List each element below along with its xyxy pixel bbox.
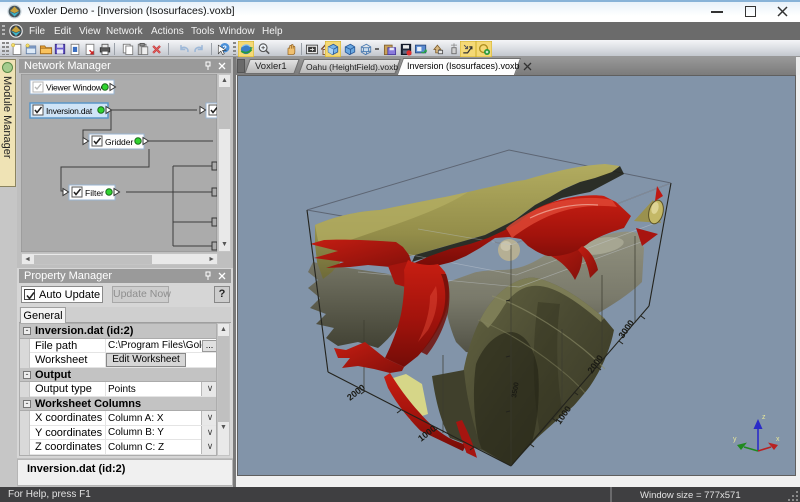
- svg-text:3000: 3000: [616, 318, 636, 340]
- svg-text:Gridder: Gridder: [105, 137, 134, 147]
- svg-text:Inversion.dat: Inversion.dat: [46, 106, 93, 116]
- svg-text:z: z: [762, 414, 766, 421]
- svg-text:y: y: [733, 436, 737, 443]
- svg-text:x: x: [776, 436, 780, 443]
- svg-text:Filter: Filter: [85, 188, 104, 198]
- svg-text:Viewer Window: Viewer Window: [46, 83, 103, 93]
